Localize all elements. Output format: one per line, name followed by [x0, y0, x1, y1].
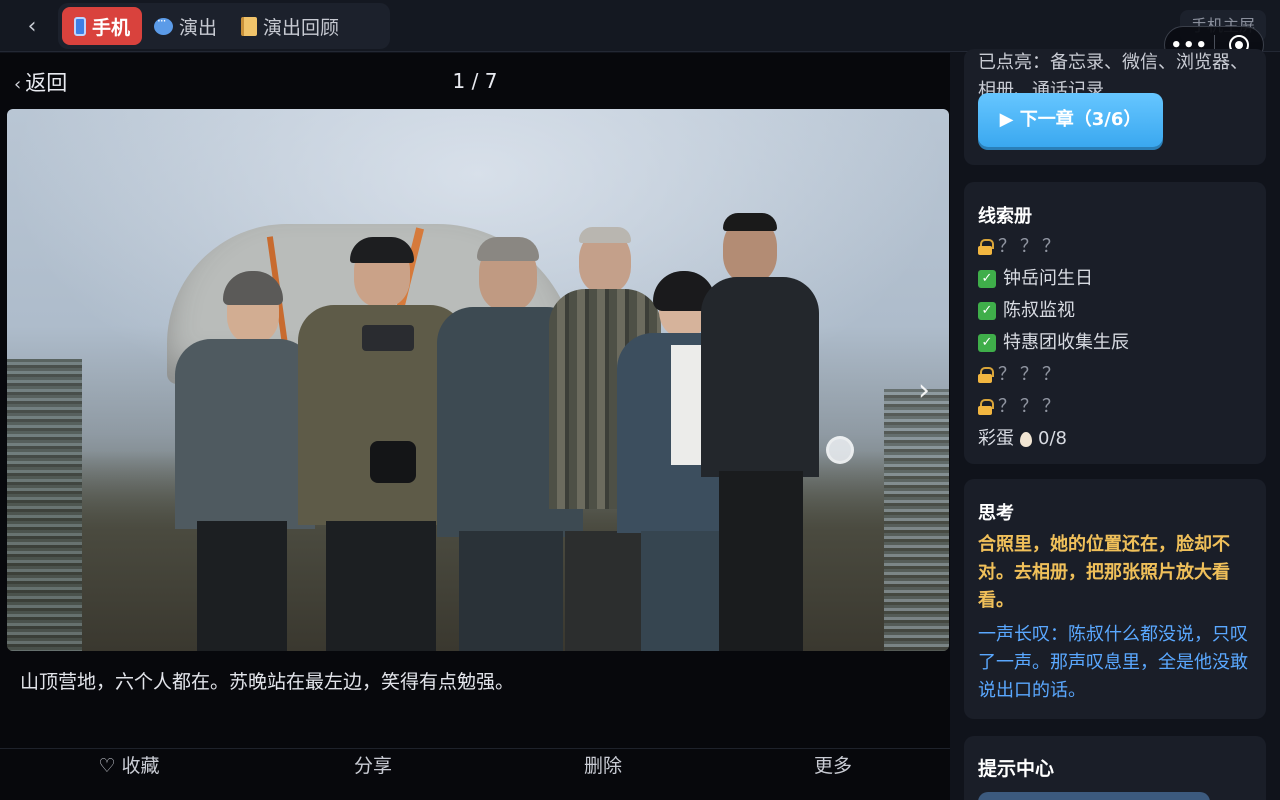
favorite-button[interactable]: ♡ 收藏 — [0, 749, 258, 800]
next-chapter-button[interactable]: ▶ 下一章（3/6） — [978, 93, 1163, 147]
clue-label: ？？？ — [998, 364, 1064, 385]
chat-bubble-icon — [154, 14, 174, 35]
clue-item-locked[interactable]: ？？？ — [978, 362, 1064, 388]
right-sidebar: 已点亮：备忘录、微信、浏览器、相册、通话记录 ▶ 下一章（3/6） 线索册 ？？… — [950, 49, 1280, 800]
photo-viewer: ‹ 返回 1 / 7 › 山顶营地，六个人都在。苏晚站在最左边，笑得有点勉强。 … — [0, 53, 950, 800]
hint-button[interactable] — [978, 792, 1210, 800]
photo-person — [699, 213, 829, 651]
phone-icon — [74, 16, 86, 36]
tab-phone[interactable]: 手机 — [62, 7, 143, 45]
clue-book-card: 线索册 ？？？ ✓ 钟岳问生日 ✓ 陈叔监视 ✓ 特惠团收集生辰 ？？？ ？？？… — [964, 182, 1266, 464]
photo-caption: 山顶营地，六个人都在。苏晚站在最左边，笑得有点勉强。 — [20, 671, 515, 693]
checkmark-icon: ✓ — [978, 270, 996, 288]
clue-label: 陈叔监视 — [1003, 300, 1075, 321]
clue-item[interactable]: ✓ 钟岳问生日 — [978, 266, 1093, 292]
tab-performance[interactable]: 演出 — [142, 7, 229, 45]
next-photo-chevron-icon[interactable]: › — [912, 371, 936, 411]
easter-egg-count: 0/8 — [1038, 428, 1067, 449]
thinking-main-text: 合照里，她的位置还在，脸却不对。去相册，把那张照片放大看看。 — [978, 534, 1230, 611]
photo-counter: 1 / 7 — [452, 69, 498, 93]
photo-glitch-left — [7, 359, 82, 651]
clue-item[interactable]: ✓ 特惠团收集生辰 — [978, 330, 1129, 356]
checkmark-icon: ✓ — [978, 302, 996, 320]
tab-label: 手机 — [92, 16, 131, 39]
clue-label: ？？？ — [998, 236, 1064, 257]
clue-item-locked[interactable]: ？？？ — [978, 394, 1064, 420]
clue-label: 特惠团收集生辰 — [1003, 332, 1129, 353]
thinking-title: 思考 — [978, 503, 1014, 524]
clue-label: 钟岳问生日 — [1003, 268, 1093, 289]
photo-action-bar: ♡ 收藏 分享 删除 更多 — [0, 748, 950, 800]
tab-label: 演出 — [179, 16, 218, 39]
easter-egg-counter[interactable]: 彩蛋 0/8 — [978, 426, 1067, 452]
viewer-back-label: 返回 — [25, 71, 68, 95]
tab-bar: 手机 演出 演出回顾 — [58, 3, 390, 49]
viewer-back-button[interactable]: ‹ 返回 — [14, 67, 67, 97]
lock-icon — [978, 239, 994, 255]
top-bar: ‹ 手机 演出 演出回顾 手机主屏 — [0, 0, 1280, 52]
more-button[interactable]: 更多 — [718, 749, 948, 800]
clue-label: ？？？ — [998, 396, 1064, 417]
thinking-card: 思考 合照里，她的位置还在，脸却不对。去相册，把那张照片放大看看。 一声长叹：陈… — [964, 479, 1266, 719]
hint-center-title: 提示中心 — [978, 758, 1055, 780]
clue-book-title: 线索册 — [978, 206, 1032, 227]
scroll-icon — [241, 16, 258, 36]
progress-card: 已点亮：备忘录、微信、浏览器、相册、通话记录 ▶ 下一章（3/6） — [964, 49, 1266, 165]
group-photo[interactable] — [7, 109, 949, 651]
lock-icon — [978, 399, 994, 415]
lock-icon — [978, 367, 994, 383]
chevron-left-icon[interactable]: ‹ — [18, 12, 46, 42]
floating-assistive-button[interactable] — [826, 436, 854, 464]
delete-button[interactable]: 删除 — [488, 749, 718, 800]
share-button[interactable]: 分享 — [258, 749, 488, 800]
easter-egg-label: 彩蛋 — [978, 428, 1014, 449]
tab-label: 演出回顾 — [263, 16, 340, 39]
chevron-left-icon: ‹ — [14, 74, 22, 95]
checkmark-icon: ✓ — [978, 334, 996, 352]
hint-center-card: 提示中心 — [964, 736, 1266, 800]
clue-item[interactable]: ✓ 陈叔监视 — [978, 298, 1075, 324]
clue-item-locked[interactable]: ？？？ — [978, 234, 1064, 260]
thinking-sub-text: 一声长叹：陈叔什么都没说，只叹了一声。那声叹息里，全是他没敢说出口的话。 — [978, 624, 1248, 701]
photo-glitch-right — [884, 389, 949, 651]
egg-icon — [1020, 431, 1032, 447]
tab-performance-review[interactable]: 演出回顾 — [229, 7, 351, 45]
